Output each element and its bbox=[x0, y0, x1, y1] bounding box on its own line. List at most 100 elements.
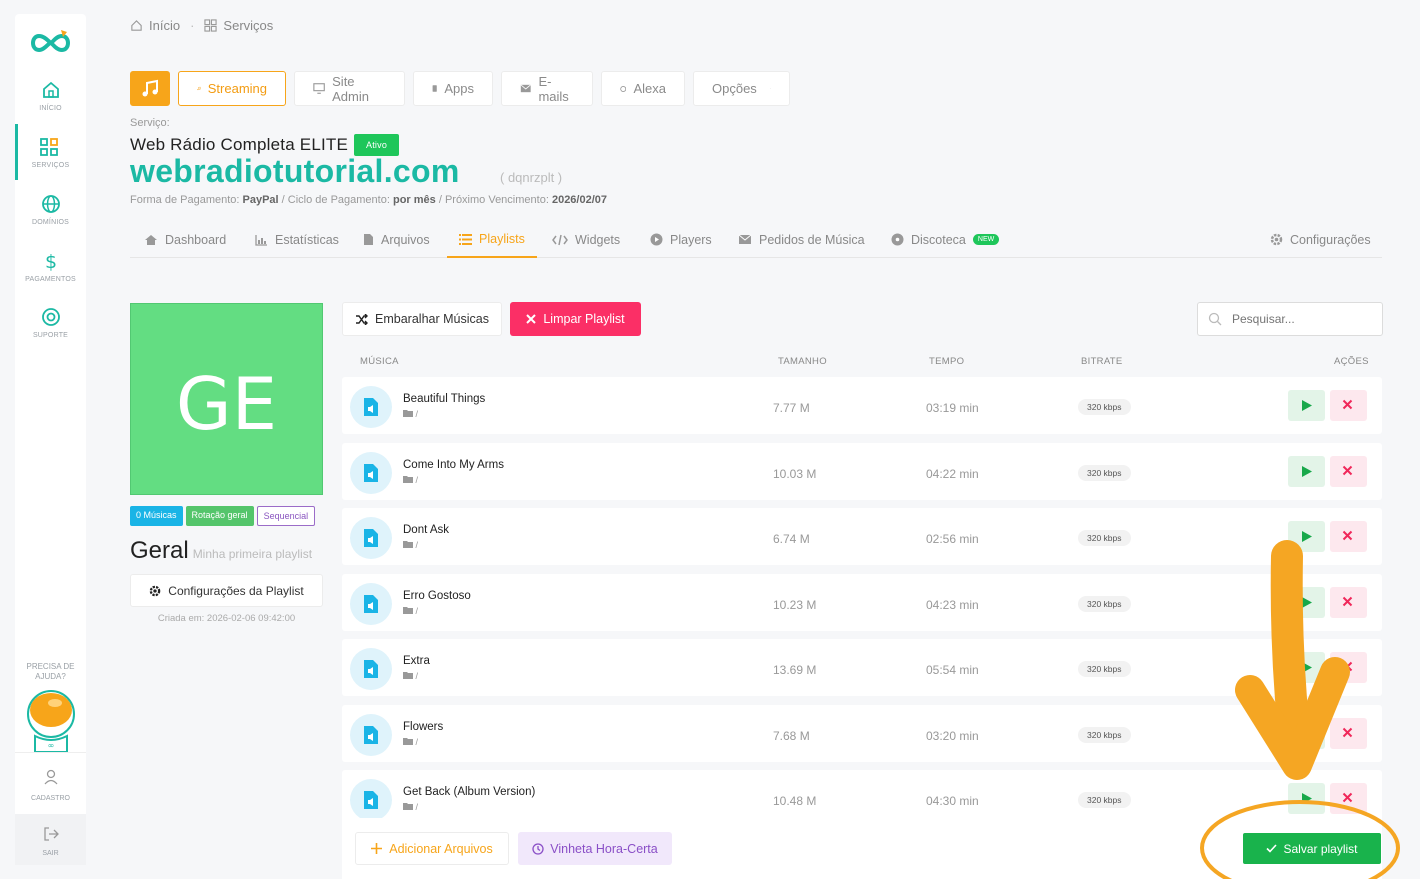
sidebar-item-label: SAIR bbox=[42, 850, 59, 857]
bitrate-badge: 320 kbps bbox=[1078, 661, 1131, 677]
play-button[interactable] bbox=[1288, 521, 1325, 552]
user-icon bbox=[44, 769, 57, 785]
delete-button[interactable] bbox=[1330, 718, 1367, 749]
track-path: / bbox=[403, 606, 418, 616]
tab-site-admin[interactable]: Site Admin bbox=[294, 71, 405, 106]
close-icon bbox=[526, 314, 537, 324]
track-size: 7.68 M bbox=[773, 729, 810, 743]
close-icon bbox=[1342, 727, 1353, 738]
service-domain[interactable]: webradiotutorial.com bbox=[130, 153, 460, 190]
header-musica: MÚSICA bbox=[360, 356, 399, 367]
delete-button[interactable] bbox=[1330, 390, 1367, 421]
sidebar-item-sair[interactable]: SAIR bbox=[15, 814, 86, 865]
folder-icon bbox=[403, 803, 413, 810]
play-button[interactable] bbox=[1288, 652, 1325, 683]
play-button[interactable] bbox=[1288, 390, 1325, 421]
help-mascot-icon[interactable]: ∞ bbox=[25, 690, 77, 752]
tab-estatisticas[interactable]: Estatísticas bbox=[255, 222, 339, 257]
play-button[interactable] bbox=[1288, 783, 1325, 814]
audio-file-icon bbox=[350, 452, 392, 494]
tab-pedidos[interactable]: Pedidos de Música bbox=[738, 222, 865, 257]
table-row[interactable]: Flowers / 7.68 M 03:20 min 320 kbps bbox=[342, 705, 1382, 762]
tab-configuracoes[interactable]: Configurações bbox=[1270, 222, 1371, 257]
bitrate-badge: 320 kbps bbox=[1078, 727, 1131, 743]
delete-button[interactable] bbox=[1330, 652, 1367, 683]
table-row[interactable]: Dont Ask / 6.74 M 02:56 min 320 kbps bbox=[342, 508, 1382, 565]
delete-button[interactable] bbox=[1330, 456, 1367, 487]
table-row[interactable]: Beautiful Things / 7.77 M 03:19 min 320 kbp… bbox=[342, 377, 1382, 434]
play-icon bbox=[1302, 466, 1312, 477]
track-name: Get Back (Album Version) bbox=[403, 786, 536, 798]
service-top-tabs: Streaming Site Admin Apps E-mails Alexa … bbox=[130, 71, 790, 106]
breadcrumb-home[interactable]: Início bbox=[149, 18, 180, 33]
play-button[interactable] bbox=[1288, 718, 1325, 749]
play-icon bbox=[1302, 662, 1312, 673]
table-row[interactable]: Erro Gostoso / 10.23 M 04:23 min 320 kbps bbox=[342, 574, 1382, 631]
delete-button[interactable] bbox=[1330, 783, 1367, 814]
add-files-button[interactable]: Adicionar Arquivos bbox=[355, 832, 509, 865]
tab-players[interactable]: Players bbox=[650, 222, 712, 257]
sidebar-item-suporte[interactable]: SUPORTE bbox=[15, 307, 86, 359]
delete-button[interactable] bbox=[1330, 587, 1367, 618]
gear-icon bbox=[149, 585, 161, 596]
close-icon bbox=[1342, 596, 1353, 607]
code-icon bbox=[552, 234, 568, 245]
chart-icon bbox=[255, 234, 267, 246]
play-icon bbox=[1302, 793, 1312, 804]
close-icon bbox=[1342, 465, 1353, 476]
save-playlist-button[interactable]: Salvar playlist bbox=[1243, 833, 1381, 864]
track-size: 7.77 M bbox=[773, 401, 810, 415]
new-badge: NEW bbox=[972, 234, 1000, 245]
track-path: / bbox=[403, 475, 418, 485]
search-input[interactable] bbox=[1197, 302, 1383, 336]
tab-discoteca[interactable]: Discoteca NEW bbox=[891, 222, 1000, 257]
music-note-icon bbox=[197, 86, 201, 91]
delete-button[interactable] bbox=[1330, 521, 1367, 552]
track-size: 13.69 M bbox=[773, 663, 817, 677]
folder-icon bbox=[403, 672, 413, 679]
sidebar-item-pagamentos[interactable]: $ PAGAMENTOS bbox=[15, 251, 86, 303]
service-label: Serviço: bbox=[130, 117, 170, 129]
play-button[interactable] bbox=[1288, 587, 1325, 618]
tab-opcoes[interactable]: Opções bbox=[693, 71, 790, 106]
track-duration: 03:20 min bbox=[926, 729, 979, 743]
playlist-cover: GE bbox=[130, 303, 323, 495]
playlist-footer: Adicionar Arquivos Vinheta Hora-Certa Sa… bbox=[342, 818, 1382, 879]
payment-info: Forma de Pagamento: PayPal / Ciclo de Pa… bbox=[130, 194, 608, 206]
sidebar-item-servicos[interactable]: SERVIÇOS bbox=[15, 124, 86, 180]
tab-dashboard[interactable]: Dashboard bbox=[144, 222, 226, 257]
disc-icon bbox=[891, 233, 904, 246]
close-icon bbox=[1342, 530, 1353, 541]
alexa-icon bbox=[620, 85, 627, 92]
rotation-badge: Rotação geral bbox=[185, 506, 254, 526]
clear-playlist-button[interactable]: Limpar Playlist bbox=[510, 302, 641, 336]
tab-playlists[interactable]: Playlists bbox=[447, 222, 537, 258]
play-button[interactable] bbox=[1288, 456, 1325, 487]
songs-count-badge: 0 Músicas bbox=[130, 506, 183, 526]
music-button[interactable] bbox=[130, 71, 170, 106]
playlist-settings-button[interactable]: Configurações da Playlist bbox=[130, 574, 323, 607]
sidebar-item-cadastro[interactable]: CADASTRO bbox=[15, 769, 86, 802]
folder-icon bbox=[403, 607, 413, 614]
grid-icon bbox=[204, 19, 218, 32]
breadcrumb-current[interactable]: Serviços bbox=[223, 18, 273, 33]
track-size: 10.03 M bbox=[773, 467, 817, 481]
track-name: Flowers bbox=[403, 721, 444, 733]
tab-arquivos[interactable]: Arquivos bbox=[363, 222, 430, 257]
tab-alexa[interactable]: Alexa bbox=[601, 71, 685, 106]
vinheta-button[interactable]: Vinheta Hora-Certa bbox=[518, 832, 672, 865]
track-duration: 04:23 min bbox=[926, 598, 979, 612]
envelope-icon bbox=[738, 234, 752, 244]
tab-streaming[interactable]: Streaming bbox=[178, 71, 286, 106]
table-row[interactable]: Extra / 13.69 M 05:54 min 320 kbps bbox=[342, 639, 1382, 696]
logo-icon[interactable] bbox=[27, 28, 73, 58]
shuffle-button[interactable]: Embaralhar Músicas bbox=[342, 302, 502, 336]
table-row[interactable]: Come Into My Arms / 10.03 M 04:22 min 320 k… bbox=[342, 443, 1382, 500]
sidebar-item-dominios[interactable]: DOMÍNIOS bbox=[15, 194, 86, 246]
tab-widgets[interactable]: Widgets bbox=[552, 222, 620, 257]
gear-icon bbox=[1270, 233, 1283, 246]
tab-apps[interactable]: Apps bbox=[413, 71, 493, 106]
header-tempo: TEMPO bbox=[929, 356, 965, 367]
tab-emails[interactable]: E-mails bbox=[501, 71, 593, 106]
lifebuoy-icon bbox=[41, 308, 60, 326]
